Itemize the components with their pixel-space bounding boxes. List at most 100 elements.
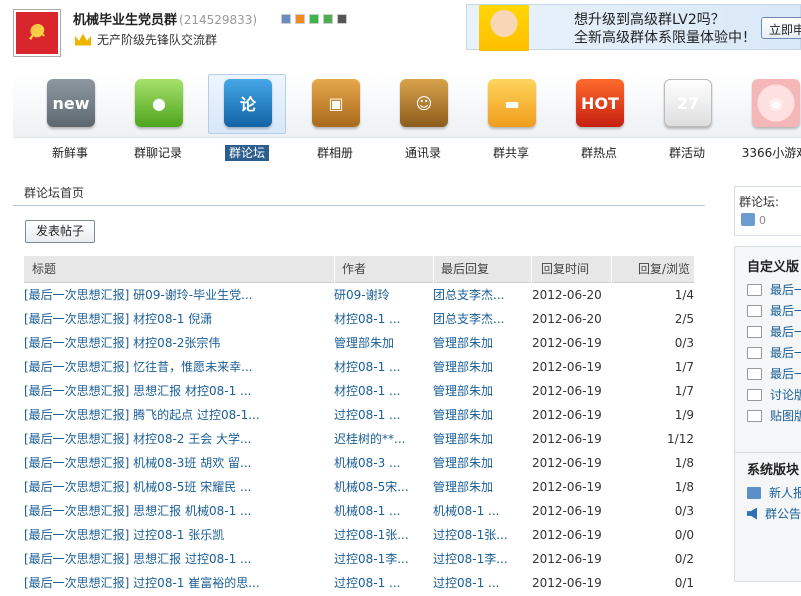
thread-author-link[interactable]: 管理部朱加 bbox=[334, 331, 432, 355]
reply-view-count: 0/1 bbox=[674, 576, 694, 590]
reply-view-count: 2/5 bbox=[674, 312, 694, 326]
reply-time: 2012-06-19 bbox=[532, 384, 602, 398]
last-reply-link[interactable]: 管理部朱加 bbox=[433, 403, 531, 427]
last-reply-link[interactable]: 团总支李杰... bbox=[433, 307, 531, 331]
level-icon bbox=[337, 14, 347, 24]
last-reply-link[interactable]: 过控08-1张... bbox=[433, 523, 531, 547]
last-reply-link[interactable]: 过控08-1李... bbox=[433, 547, 531, 571]
thread-title-link[interactable]: [最后一次思想汇报] 机械08-5班 宋耀民 ... bbox=[24, 475, 334, 499]
thread-author-link[interactable]: 过控08-1李... bbox=[334, 547, 432, 571]
breadcrumb: 群论坛首页 bbox=[24, 186, 85, 200]
system-board-newcomer[interactable]: 新人报 bbox=[747, 484, 801, 501]
reply-time: 2012-06-20 bbox=[532, 312, 602, 326]
custom-boards-panel: 自定义版 最后一 最后一 最后一 最后一 最后一 讨论版 贴图版 bbox=[734, 246, 801, 460]
custom-board-label: 最后一 bbox=[770, 283, 801, 297]
table-row: [最后一次思想汇报] 研09-谢玲-毕业生党... 研09-谢玲 团总支李杰... 2… bbox=[24, 283, 694, 307]
group-level-icons bbox=[281, 14, 347, 24]
reply-time: 2012-06-19 bbox=[532, 528, 602, 542]
system-boards-title: 系统版块 bbox=[747, 463, 800, 478]
thread-title-link[interactable]: [最后一次思想汇报] 材控08-2 王会 大学... bbox=[24, 427, 334, 451]
thread-author-link[interactable]: 机械08-3 ... bbox=[334, 451, 432, 475]
header-reply-views[interactable]: 回复/浏览 bbox=[611, 256, 694, 283]
custom-board-label: 贴图版 bbox=[770, 409, 801, 423]
custom-board-item[interactable]: 最后一 bbox=[747, 281, 801, 298]
thread-author-link[interactable]: 迟桂树的**... bbox=[334, 427, 432, 451]
custom-board-item[interactable]: 最后一 bbox=[747, 344, 801, 361]
tool-forum[interactable]: 论群论坛 bbox=[208, 74, 286, 164]
tool-label: 新鲜事 bbox=[51, 146, 88, 160]
thread-title-link[interactable]: [最后一次思想汇报] 过控08-1 崔富裕的思... bbox=[24, 571, 334, 595]
header-last-reply[interactable]: 最后回复 bbox=[433, 256, 531, 283]
last-reply-link[interactable]: 团总支李杰... bbox=[433, 283, 531, 307]
tool-games[interactable]: ◉ 3366小游戏 bbox=[736, 74, 801, 164]
tool-contacts[interactable]: ☺ 通讯录 bbox=[384, 74, 462, 164]
custom-board-label: 最后一 bbox=[770, 346, 801, 360]
last-reply-link[interactable]: 过控08-1 ... bbox=[433, 571, 531, 595]
thumbs-up-icon[interactable] bbox=[741, 213, 755, 226]
group-avatar[interactable]: ☭ bbox=[13, 9, 61, 57]
thread-title-link[interactable]: [最后一次思想汇报] 过控08-1 张乐凯 bbox=[24, 523, 334, 547]
last-reply-link[interactable]: 管理部朱加 bbox=[433, 379, 531, 403]
custom-board-item[interactable]: 最后一 bbox=[747, 323, 801, 340]
reply-view-count: 1/12 bbox=[667, 432, 694, 446]
tool-share[interactable]: ▬ 群共享 bbox=[472, 74, 550, 164]
thread-author-link[interactable]: 材控08-1 ... bbox=[334, 307, 432, 331]
level-icon bbox=[295, 14, 305, 24]
thread-author-link[interactable]: 材控08-1 ... bbox=[334, 379, 432, 403]
table-row: [最后一次思想汇报] 忆往昔，惟愿未来幸... 材控08-1 ... 管理部朱加 20… bbox=[24, 355, 694, 379]
tool-label: 群相册 bbox=[316, 146, 353, 160]
tool-hot[interactable]: HOT 群热点 bbox=[560, 74, 638, 164]
custom-board-item[interactable]: 贴图版 bbox=[747, 407, 801, 424]
thread-author-link[interactable]: 机械08-5宋... bbox=[334, 475, 432, 499]
custom-board-item[interactable]: 最后一 bbox=[747, 365, 801, 382]
table-row: [最后一次思想汇报] 材控08-1 倪潇 材控08-1 ... 团总支李杰... 20… bbox=[24, 307, 694, 331]
last-reply-link[interactable]: 管理部朱加 bbox=[433, 475, 531, 499]
tool-album[interactable]: ▣ 群相册 bbox=[296, 74, 374, 164]
custom-board-item[interactable]: 最后一 bbox=[747, 302, 801, 319]
header-title[interactable]: 标题 bbox=[24, 256, 334, 283]
thread-title-link[interactable]: [最后一次思想汇报] 忆往昔，惟愿未来幸... bbox=[24, 355, 334, 379]
thread-author-link[interactable]: 过控08-1张... bbox=[334, 523, 432, 547]
group-subtitle-text: 无产阶级先锋队交流群 bbox=[97, 33, 218, 47]
upgrade-banner[interactable]: 想升级到高级群LV2吗？ 全新高级群体系限量体验中！ 立即申 bbox=[466, 4, 801, 51]
hot-icon: HOT bbox=[576, 79, 624, 127]
reply-time: 2012-06-19 bbox=[532, 456, 602, 470]
last-reply-link[interactable]: 管理部朱加 bbox=[433, 427, 531, 451]
crown-icon bbox=[75, 33, 91, 46]
last-reply-link[interactable]: 管理部朱加 bbox=[433, 451, 531, 475]
thread-author-link[interactable]: 过控08-1 ... bbox=[334, 403, 432, 427]
thread-title-link[interactable]: [最后一次思想汇报] 研09-谢玲-毕业生党... bbox=[24, 283, 334, 307]
thread-author-link[interactable]: 研09-谢玲 bbox=[334, 283, 432, 307]
thread-title-link[interactable]: [最后一次思想汇报] 思想汇报 材控08-1 ... bbox=[24, 379, 334, 403]
header-author[interactable]: 作者 bbox=[334, 256, 433, 283]
thread-author-link[interactable]: 材控08-1 ... bbox=[334, 355, 432, 379]
last-reply-link[interactable]: 管理部朱加 bbox=[433, 355, 531, 379]
tool-chat-history[interactable]: ● 群聊记录 bbox=[119, 74, 197, 164]
thread-author-link[interactable]: 过控08-1 ... bbox=[334, 571, 432, 595]
thread-title-link[interactable]: [最后一次思想汇报] 机械08-3班 胡欢 留... bbox=[24, 451, 334, 475]
new-post-button[interactable]: 发表帖子 bbox=[25, 220, 95, 243]
thread-title-link[interactable]: [最后一次思想汇报] 腾飞的起点 过控08-1... bbox=[24, 403, 334, 427]
tool-events[interactable]: 27 群活动 bbox=[648, 74, 726, 164]
upgrade-now-button[interactable]: 立即申 bbox=[761, 17, 801, 39]
custom-board-item[interactable]: 讨论版 bbox=[747, 386, 801, 403]
game-mascot-icon: ◉ bbox=[752, 79, 800, 127]
forum-like-box: 群论坛: 0 bbox=[734, 186, 801, 236]
table-row: [最后一次思想汇报] 过控08-1 崔富裕的思... 过控08-1 ... 过控08… bbox=[24, 571, 694, 595]
thread-title-link[interactable]: [最后一次思想汇报] 思想汇报 过控08-1 ... bbox=[24, 547, 334, 571]
thread-table: 标题 作者 最后回复 回复时间 回复/浏览 [最后一次思想汇报] 研09-谢玲-… bbox=[24, 256, 694, 595]
banner-line-2: 全新高级群体系限量体验中！ bbox=[574, 30, 756, 46]
header-reply-time[interactable]: 回复时间 bbox=[531, 256, 611, 283]
thread-author-link[interactable]: 机械08-1 ... bbox=[334, 499, 432, 523]
thread-title-link[interactable]: [最后一次思想汇报] 材控08-1 倪潇 bbox=[24, 307, 334, 331]
last-reply-link[interactable]: 管理部朱加 bbox=[433, 331, 531, 355]
tool-news[interactable]: new 新鲜事 bbox=[31, 74, 109, 164]
speaker-icon bbox=[747, 507, 757, 520]
thread-title-link[interactable]: [最后一次思想汇报] 思想汇报 机械08-1 ... bbox=[24, 499, 334, 523]
last-reply-link[interactable]: 机械08-1 ... bbox=[433, 499, 531, 523]
table-row: [最后一次思想汇报] 腾飞的起点 过控08-1... 过控08-1 ... 管理部朱… bbox=[24, 403, 694, 427]
custom-board-label: 最后一 bbox=[770, 304, 801, 318]
system-board-announcement[interactable]: 群公告 bbox=[747, 505, 801, 522]
thread-title-link[interactable]: [最后一次思想汇报] 材控08-2张宗伟 bbox=[24, 331, 334, 355]
custom-board-label: 讨论版 bbox=[770, 388, 801, 402]
